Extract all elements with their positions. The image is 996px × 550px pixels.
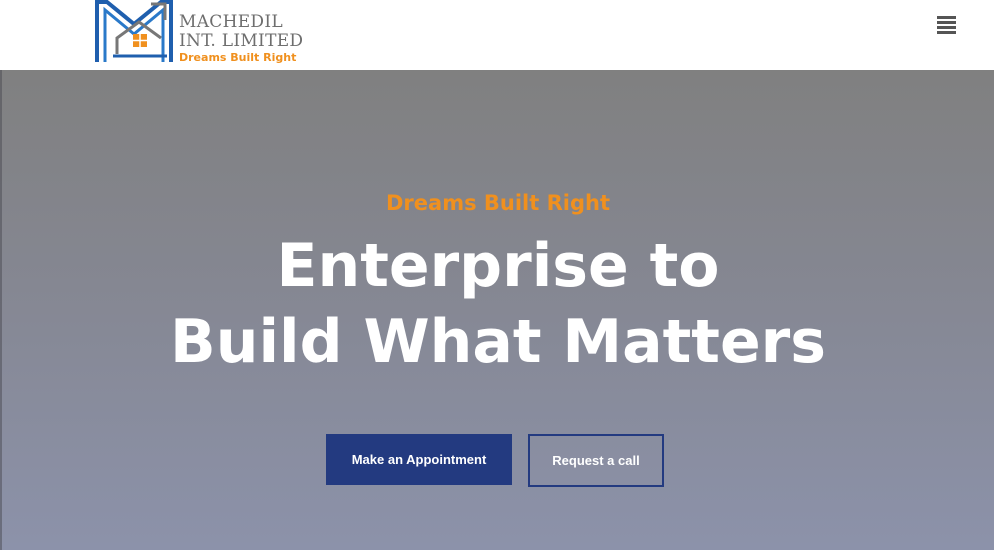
menu-bar	[937, 16, 956, 19]
logo-company-name: MACHEDIL	[179, 12, 283, 32]
logo-tagline: Dreams Built Right	[179, 51, 297, 64]
logo-company-suffix: INT. LIMITED	[179, 31, 304, 51]
request-call-button[interactable]: Request a call	[528, 434, 664, 487]
make-appointment-button[interactable]: Make an Appointment	[326, 434, 512, 485]
logo-text: MACHEDIL INT. LIMITED Dreams Built Right	[179, 12, 329, 65]
house-logo-icon	[95, 0, 173, 62]
page: MACHEDIL INT. LIMITED Dreams Built Right…	[0, 0, 996, 550]
hero-title-line-2: Build What Matters	[170, 307, 826, 377]
hero-section: Dreams Built Right Enterprise to Build W…	[0, 70, 996, 550]
hero-tagline: Dreams Built Right	[386, 191, 610, 215]
menu-bar	[937, 26, 956, 29]
menu-bar	[937, 31, 956, 34]
hamburger-menu-icon[interactable]	[935, 14, 959, 36]
hero-left-edge	[0, 70, 2, 550]
hero-title: Enterprise to Build What Matters	[0, 228, 996, 380]
menu-bar	[937, 21, 956, 24]
site-header: MACHEDIL INT. LIMITED Dreams Built Right	[0, 0, 996, 70]
hero-title-line-1: Enterprise to	[276, 231, 720, 301]
site-logo[interactable]: MACHEDIL INT. LIMITED Dreams Built Right	[95, 0, 325, 64]
